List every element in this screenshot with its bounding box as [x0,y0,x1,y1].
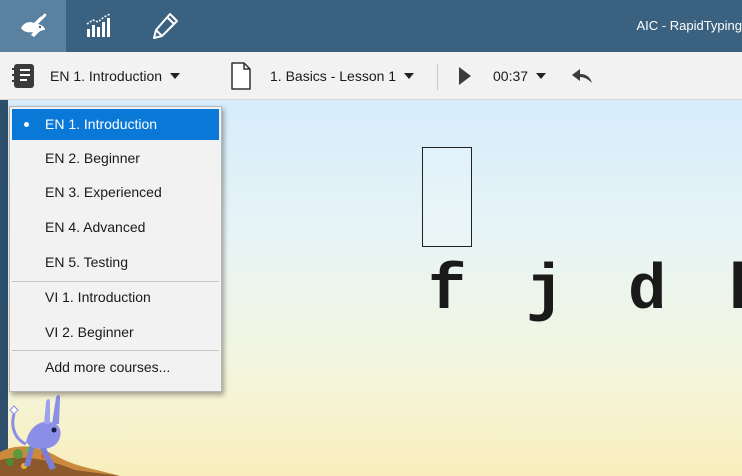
lesson-dropdown-label: 1. Basics - Lesson 1 [270,68,397,84]
course-book-icon [12,64,34,88]
timer-dropdown[interactable]: 00:37 [493,52,547,100]
chevron-down-icon [404,73,415,79]
selected-bullet-icon [24,122,29,127]
app-title: AIC - RapidTyping [636,18,742,33]
typing-mode-button[interactable] [0,0,66,52]
chevron-down-icon [536,73,547,79]
current-letter-cursor [422,147,472,247]
undo-button[interactable] [571,52,593,100]
lesson-letter: k [728,260,742,324]
lesson-letter: d [628,256,667,328]
play-icon [459,67,471,85]
menu-item-en-5-testing[interactable]: EN 5. Testing [12,247,219,278]
menu-item-en-1-introduction[interactable]: EN 1. Introduction [12,109,219,140]
menu-item-en-4-advanced[interactable]: EN 4. Advanced [12,212,219,243]
lesson-letter: f [428,256,467,328]
statistics-button[interactable] [66,0,132,52]
editor-button[interactable] [132,0,198,52]
menu-item-label: Add more courses... [45,359,171,375]
menu-item-label: EN 4. Advanced [45,219,146,235]
lesson-page-button[interactable] [230,52,252,100]
menu-item-label: VI 1. Introduction [45,289,151,305]
menu-item-en-3-experienced[interactable]: EN 3. Experienced [12,177,219,208]
course-dropdown-label: EN 1. Introduction [50,68,163,84]
play-button[interactable] [458,52,472,100]
rabbit-icon [21,13,47,37]
chevron-down-icon [170,73,181,79]
editor-pen-icon [153,13,178,39]
menu-item-label: VI 2. Beginner [45,324,134,340]
menu-item-label: EN 5. Testing [45,254,129,270]
course-dropdown-menu: EN 1. Introduction EN 2. Beginner EN 3. … [9,106,222,392]
menu-item-add-more-courses[interactable]: Add more courses... [12,352,219,383]
statistics-icon [86,13,111,37]
menu-item-label: EN 3. Experienced [45,184,162,200]
menu-item-en-2-beginner[interactable]: EN 2. Beginner [12,143,219,174]
title-bar: AIC - RapidTyping [0,0,742,52]
timer-dropdown-label: 00:37 [493,68,529,84]
menu-item-label: EN 1. Introduction [45,116,158,132]
course-dropdown[interactable]: EN 1. Introduction [50,52,181,100]
lesson-dropdown[interactable]: 1. Basics - Lesson 1 [270,52,415,100]
toolbar-divider [437,64,438,90]
lesson-letter: j [526,256,565,328]
menu-item-vi-1-introduction[interactable]: VI 1. Introduction [12,282,219,313]
toolbar: EN 1. Introduction 1. Basics - Lesson 1 … [0,52,742,100]
menu-item-label: EN 2. Beginner [45,150,140,166]
menu-item-vi-2-beginner[interactable]: VI 2. Beginner [12,317,219,348]
menu-divider [12,350,219,351]
jerboa-mascot-image [0,395,120,476]
undo-icon [572,69,592,83]
lesson-page-icon [231,62,251,90]
course-book-button[interactable] [12,52,38,100]
